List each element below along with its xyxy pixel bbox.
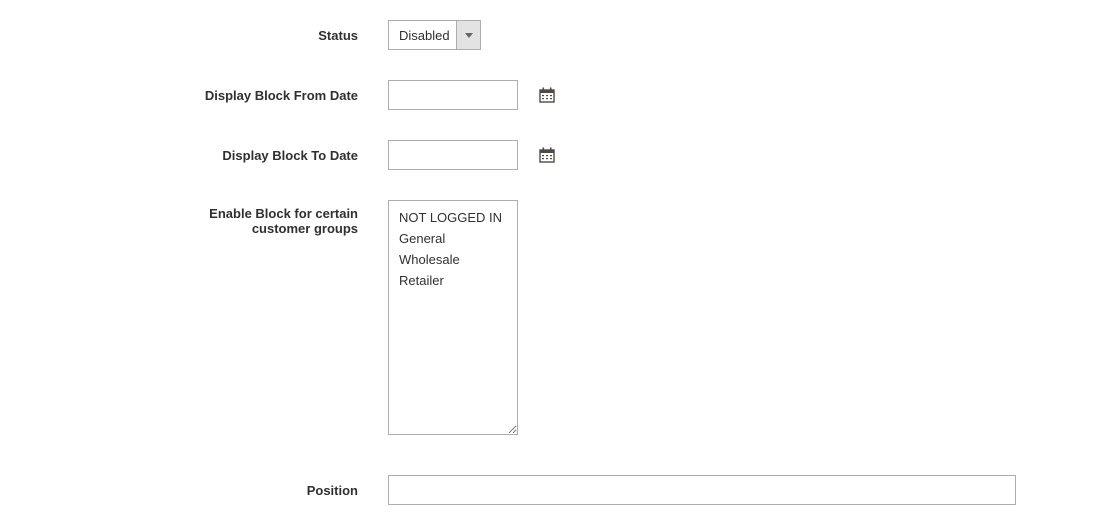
to-date-row: Display Block To Date (0, 140, 1117, 170)
customer-group-option[interactable]: Wholesale (389, 249, 517, 270)
to-date-label: Display Block To Date (0, 148, 388, 163)
customer-group-option[interactable]: NOT LOGGED IN (389, 207, 517, 228)
status-control: Disabled (388, 20, 481, 50)
customer-groups-row: Enable Block for certain customer groups… (0, 200, 1117, 435)
position-input[interactable] (388, 475, 1016, 505)
from-date-label: Display Block From Date (0, 88, 388, 103)
position-label: Position (0, 483, 388, 498)
customer-groups-multiselect[interactable]: NOT LOGGED IN General Wholesale Retailer (388, 200, 518, 435)
to-date-control (388, 140, 556, 170)
calendar-icon (539, 147, 555, 163)
position-row: Position (0, 475, 1117, 505)
from-date-calendar-button[interactable] (538, 86, 556, 104)
status-select-wrap: Disabled (388, 20, 481, 50)
position-control (388, 475, 1016, 505)
calendar-icon (539, 87, 555, 103)
customer-groups-control: NOT LOGGED IN General Wholesale Retailer (388, 200, 518, 435)
from-date-input[interactable] (388, 80, 518, 110)
status-row: Status Disabled (0, 20, 1117, 50)
from-date-control (388, 80, 556, 110)
to-date-input[interactable] (388, 140, 518, 170)
to-date-calendar-button[interactable] (538, 146, 556, 164)
customer-group-option[interactable]: General (389, 228, 517, 249)
status-label: Status (0, 28, 388, 43)
from-date-row: Display Block From Date (0, 80, 1117, 110)
customer-groups-label: Enable Block for certain customer groups (0, 200, 388, 236)
status-select[interactable]: Disabled (388, 20, 481, 50)
customer-group-option[interactable]: Retailer (389, 270, 517, 291)
